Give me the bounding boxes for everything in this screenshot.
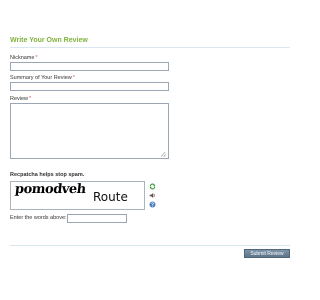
required-marker: *: [35, 55, 38, 61]
form-title: Write Your Own Review: [10, 37, 88, 44]
captcha-words-input[interactable]: [67, 214, 127, 223]
captcha-word-1: pomodveh: [14, 182, 87, 197]
review-label: Review*: [10, 96, 31, 102]
review-label-text: Review: [10, 96, 29, 102]
help-icon[interactable]: [149, 201, 156, 208]
audio-icon[interactable]: [149, 192, 156, 199]
nickname-label: Nickname*: [10, 55, 38, 61]
captcha-heading: Recpatcha helps stop spam.: [10, 172, 85, 178]
captcha-word-2: Route: [93, 190, 128, 204]
footer-divider: [10, 245, 290, 246]
captcha-image: pomodveh Route: [10, 181, 145, 210]
submit-review-button[interactable]: Submit Review: [244, 249, 290, 258]
resize-handle[interactable]: [161, 152, 166, 157]
captcha-words-label: Enter the words above:: [10, 215, 67, 221]
required-marker: *: [72, 75, 75, 81]
summary-input[interactable]: [10, 82, 169, 91]
summary-label: Summary of Your Review*: [10, 75, 75, 81]
nickname-label-text: Nickname: [10, 55, 35, 61]
review-textarea[interactable]: [10, 103, 169, 159]
required-marker: *: [29, 96, 32, 102]
title-divider: [10, 47, 290, 48]
refresh-icon[interactable]: [149, 183, 156, 190]
captcha-tools: [149, 183, 157, 210]
summary-label-text: Summary of Your Review: [10, 75, 72, 81]
nickname-input[interactable]: [10, 62, 169, 71]
